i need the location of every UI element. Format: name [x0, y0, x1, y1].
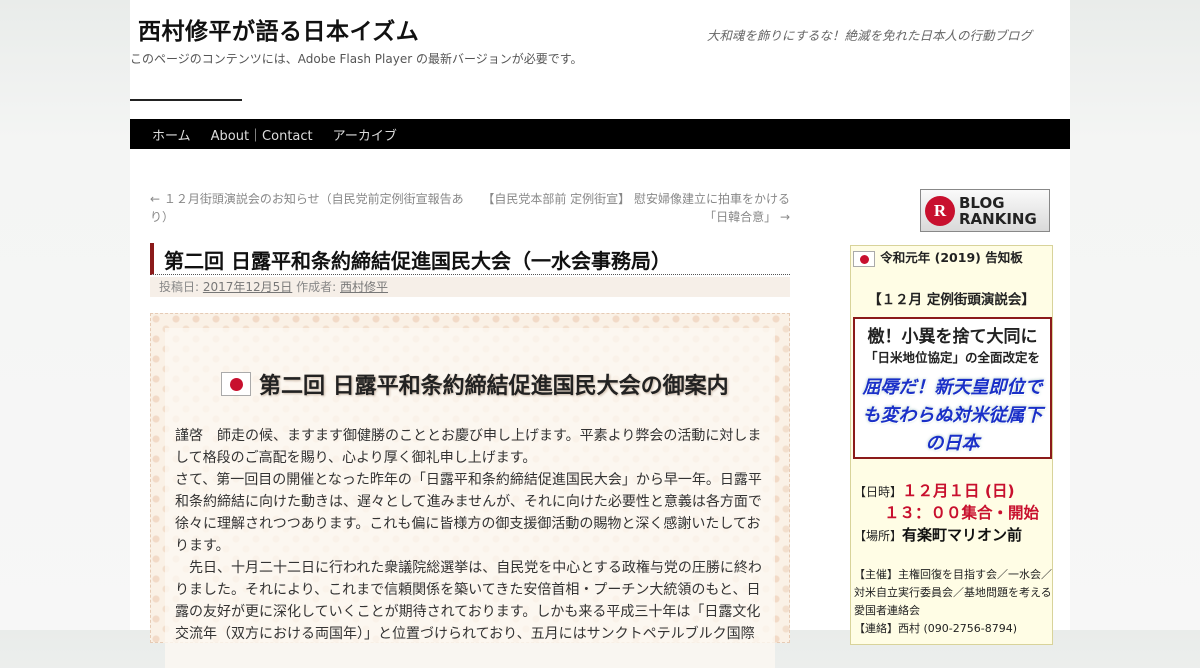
place-label: 【場所】 — [854, 529, 903, 543]
site-title[interactable]: 西村修平が語る日本イズム — [138, 12, 419, 46]
date-label: 【日時】 — [854, 485, 903, 499]
time-value: １３：００集合・開始 — [884, 504, 1040, 522]
event-banner[interactable]: 檄！小異を捨て大同に 「日米地位協定」の全面改定を 屈辱だ！新天皇即位でも変わら… — [853, 317, 1052, 459]
event-time-row: １３：００集合・開始 — [884, 501, 1039, 523]
banner-subline: 「日米地位協定」の全面改定を — [864, 350, 1040, 365]
paragraph: 先日、十月二十二日に行われた衆議院総選挙は、自民党を中心とする政権与党の圧勝に終… — [175, 560, 762, 642]
entry-meta: 投稿日: 2017年12月5日 作成者: 西村修平 — [150, 277, 790, 297]
ranking-logo-icon: R — [925, 195, 955, 226]
date-value: １２月１日 (日) — [902, 482, 1015, 500]
banner-headline: 檄！小異を捨て大同に — [867, 327, 1038, 347]
author-link[interactable]: 西村修平 — [340, 280, 388, 294]
next-post-link[interactable]: 【自民党本部前 定例街宣】 慰安婦像建立に拍車をかける「日韓合意」 → — [482, 190, 790, 226]
organizer-text: 【主催】主権回復を目指す会／一水会／対米自立実行委員会／基地問題を考える愛国者連… — [854, 568, 1052, 617]
notice-board-title: 令和元年 (2019) 告知板 — [880, 250, 1023, 265]
event-organizer: 【主催】主権回復を目指す会／一水会／対米自立実行委員会／基地問題を考える愛国者連… — [854, 566, 1052, 638]
nav-item-home[interactable]: ホーム — [142, 125, 201, 144]
post-date-link[interactable]: 2017年12月5日 — [203, 280, 292, 294]
invitation-heading: 第二回 日露平和条約締結促進国民大会の御案内 — [221, 368, 761, 400]
place-value: 有楽町マリオン前 — [902, 526, 1023, 544]
entry-body: 謹啓 師走の候、ますます御健勝のこととお慶び申し上げます。平素より弊会の活動に対… — [175, 425, 771, 645]
flash-player-notice: このページのコンテンツには、Adobe Flash Player の最新バージョ… — [130, 52, 583, 66]
ranking-text: BLOG RANKING — [959, 195, 1037, 227]
event-date-row: 【日時】１２月１日 (日) — [854, 479, 1015, 501]
notice-event-title: 【１２月 定例街頭演説会】 — [868, 292, 1035, 308]
blog-ranking-banner[interactable]: R BLOG RANKING — [920, 189, 1050, 232]
invitation-title-text: 第二回 日露平和条約締結促進国民大会の御案内 — [259, 374, 729, 399]
entry-title: 第二回 日露平和条約締結促進国民大会（一水会事務局） — [150, 243, 790, 275]
page-container: 西村修平が語る日本イズム 大和魂を飾りにするな！絶滅を免れた日本人の行動ブログ … — [130, 0, 1070, 668]
entry-content-panel: 第二回 日露平和条約締結促進国民大会の御案内 謹啓 師走の候、ますます御健勝のこ… — [165, 328, 775, 668]
japan-flag-icon — [221, 372, 251, 396]
notice-board: 令和元年 (2019) 告知板 【１２月 定例街頭演説会】 檄！小異を捨て大同に… — [850, 245, 1053, 645]
paragraph: 謹啓 師走の候、ますます御健勝のこととお慶び申し上げます。平素より弊会の活動に対… — [175, 428, 762, 466]
event-place-row: 【場所】有楽町マリオン前 — [854, 524, 1022, 545]
previous-post-link[interactable]: ← １２月街頭演説会のお知らせ（自民党前定例街宣報告あり） — [150, 190, 470, 226]
posted-label: 投稿日: — [159, 280, 203, 294]
nav-item-archive[interactable]: アーカイブ — [323, 125, 407, 144]
nav-item-about-contact[interactable]: About｜Contact — [201, 125, 323, 144]
author-label: 作成者: — [292, 280, 340, 294]
entry-content: 第二回 日露平和条約締結促進国民大会の御案内 謹啓 師走の候、ますます御健勝のこ… — [150, 313, 790, 668]
main-navigation: ホーム About｜Contact アーカイブ — [130, 119, 1070, 149]
ranking-line2: RANKING — [959, 209, 1037, 228]
banner-slogan: 屈辱だ！新天皇即位でも変わらぬ対米従属下の日本 — [862, 377, 1043, 454]
paragraph: さて、第一回目の開催となった昨年の「日露平和条約締結促進国民大会」から早一年。日… — [175, 472, 762, 554]
ranking-line1: BLOG — [959, 193, 1005, 212]
contact-text: 【連絡】西村 (090-2756-8794) — [854, 622, 1018, 635]
site-description: 大和魂を飾りにするな！絶滅を免れた日本人の行動ブログ — [706, 28, 1032, 43]
header-divider — [130, 99, 242, 101]
